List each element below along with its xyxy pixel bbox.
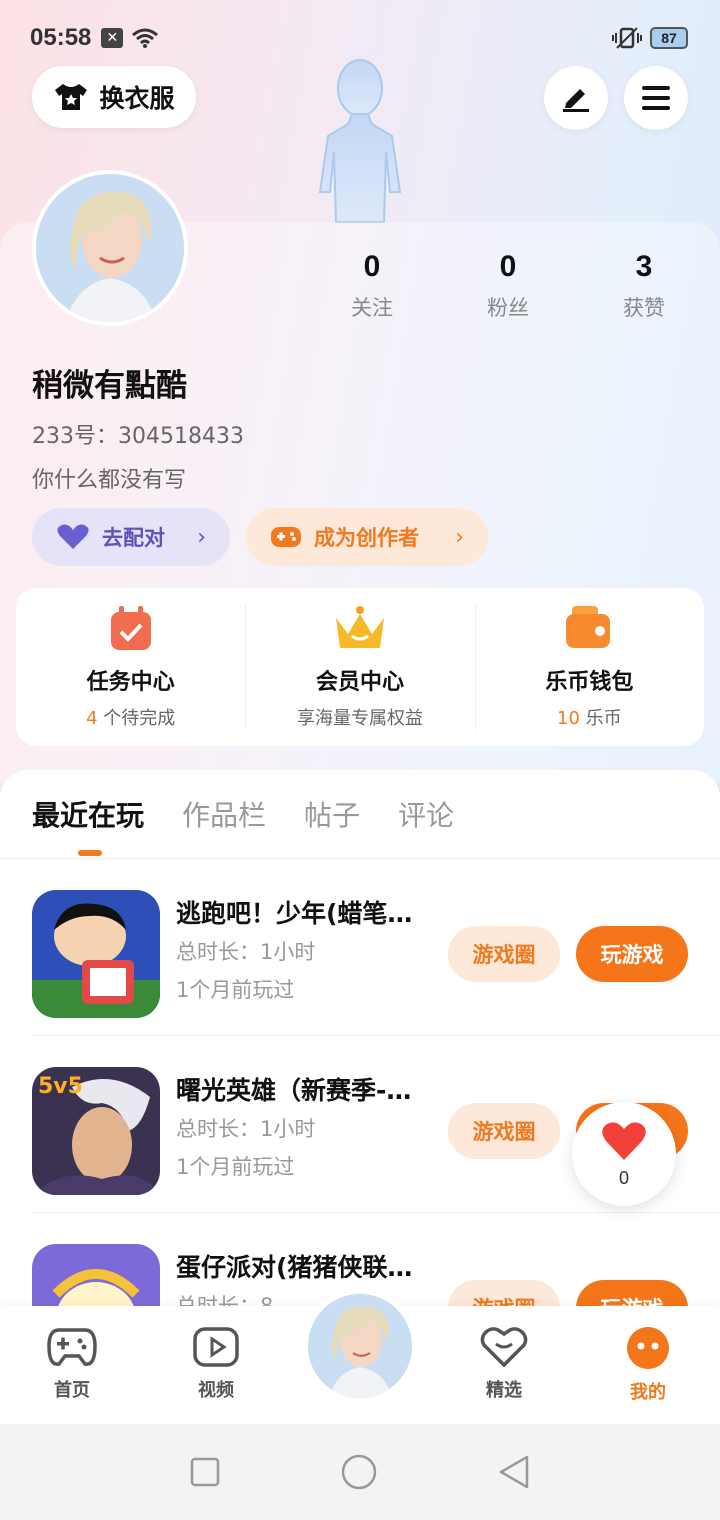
home-icon[interactable] bbox=[340, 1453, 378, 1491]
vip-center-button[interactable]: 会员中心 享海量专属权益 bbox=[245, 588, 474, 746]
feature-title: 乐币钱包 bbox=[545, 670, 634, 695]
feature-subtitle: 享海量专属权益 bbox=[296, 708, 423, 729]
change-outfit-button[interactable]: 换衣服 bbox=[32, 66, 196, 128]
nav-label: 视频 bbox=[198, 1380, 234, 1401]
vibrate-icon bbox=[612, 27, 642, 49]
notification-icon: ✕ bbox=[101, 28, 124, 48]
wallet-icon bbox=[566, 606, 611, 648]
tab-posts[interactable]: 帖子 bbox=[304, 794, 360, 834]
stat-value: 0 bbox=[499, 250, 517, 283]
nav-home[interactable]: 首页 bbox=[0, 1306, 144, 1424]
wifi-icon bbox=[132, 28, 159, 48]
status-time: 05:58 bbox=[30, 24, 92, 51]
become-creator-button[interactable]: 成为创作者 › bbox=[246, 508, 488, 566]
menu-button[interactable] bbox=[624, 66, 688, 130]
match-label: 去配对 bbox=[102, 526, 165, 550]
feature-title: 会员中心 bbox=[315, 670, 404, 695]
chevron-right-icon: › bbox=[455, 524, 464, 550]
nav-label: 我的 bbox=[630, 1382, 666, 1403]
game-circle-button[interactable]: 游戏圈 bbox=[448, 926, 560, 982]
become-creator-label: 成为创作者 bbox=[314, 526, 419, 550]
play-game-button[interactable]: 玩游戏 bbox=[576, 926, 688, 982]
stat-label: 关注 bbox=[351, 296, 393, 320]
shirt-icon bbox=[55, 84, 88, 110]
stat-fans[interactable]: 0 粉丝 bbox=[440, 250, 576, 322]
content-tabs: 最近在玩 作品栏 帖子 评论 bbox=[32, 794, 454, 834]
crown-icon bbox=[335, 606, 384, 648]
system-navigation-bar bbox=[0, 1424, 720, 1520]
match-button[interactable]: 去配对 › bbox=[32, 508, 230, 566]
profile-stats: 0 关注 0 粉丝 3 获赞 bbox=[304, 250, 712, 322]
heart-diamond-icon bbox=[480, 1327, 528, 1368]
game-name: 蛋仔派对(猪猪侠联… bbox=[176, 1253, 413, 1282]
nav-user-avatar[interactable] bbox=[304, 1290, 416, 1402]
gamepad-icon bbox=[271, 527, 301, 547]
feature-subtitle: 10 乐币 bbox=[557, 708, 622, 729]
floating-like-button[interactable]: 0 bbox=[572, 1102, 676, 1206]
game-duration: 总时长：1小时 bbox=[176, 1117, 316, 1141]
username: 稍微有點酷 bbox=[32, 368, 187, 404]
game-name: 逃跑吧！少年(蜡笔… bbox=[176, 899, 413, 928]
stat-value: 3 bbox=[635, 250, 653, 283]
pen-icon bbox=[563, 89, 589, 112]
game-last-played: 1个月前玩过 bbox=[176, 978, 295, 1002]
chevron-right-icon: › bbox=[197, 524, 206, 550]
content-section: 最近在玩 作品栏 帖子 评论 逃跑吧！少年(蜡笔… 总时长：1小时 1个月前玩过… bbox=[0, 770, 720, 1372]
battery-indicator: 87 bbox=[650, 27, 688, 49]
game-circle-button[interactable]: 游戏圈 bbox=[448, 1103, 560, 1159]
game-icon-crayon-shinchan bbox=[32, 890, 160, 1018]
nav-avatar-center[interactable] bbox=[288, 1290, 432, 1424]
active-tab-indicator bbox=[78, 850, 102, 856]
coin-wallet-button[interactable]: 乐币钱包 10 乐币 bbox=[474, 588, 704, 746]
recent-apps-icon[interactable] bbox=[189, 1456, 221, 1488]
tab-recently-played[interactable]: 最近在玩 bbox=[32, 794, 144, 834]
nav-label: 精选 bbox=[486, 1380, 522, 1401]
nav-video[interactable]: 视频 bbox=[144, 1306, 288, 1424]
feature-title: 任务中心 bbox=[86, 670, 175, 695]
tab-comments[interactable]: 评论 bbox=[398, 794, 454, 834]
heart-icon bbox=[57, 524, 89, 549]
nav-label: 首页 bbox=[54, 1380, 90, 1401]
heart-icon bbox=[602, 1122, 646, 1160]
divider bbox=[0, 858, 720, 859]
stat-following[interactable]: 0 关注 bbox=[304, 250, 440, 322]
calendar-check-icon bbox=[110, 606, 151, 650]
nav-featured[interactable]: 精选 bbox=[432, 1306, 576, 1424]
game-duration: 总时长：1小时 bbox=[176, 940, 316, 964]
bottom-navigation: 首页 视频 精选 我的 bbox=[0, 1290, 720, 1424]
game-name: 曙光英雄（新赛季-… bbox=[176, 1076, 412, 1105]
back-icon[interactable] bbox=[497, 1454, 531, 1490]
feature-subtitle: 4 个待完成 bbox=[86, 708, 176, 729]
game-last-played: 1个月前玩过 bbox=[176, 1155, 295, 1179]
nav-mine[interactable]: 我的 bbox=[576, 1306, 720, 1424]
gamepad-icon bbox=[47, 1328, 97, 1366]
like-count: 0 bbox=[618, 1168, 629, 1188]
video-play-icon bbox=[193, 1327, 239, 1367]
stat-value: 0 bbox=[363, 250, 381, 283]
profile-face-icon bbox=[627, 1327, 669, 1369]
task-center-button[interactable]: 任务中心 4 个待完成 bbox=[16, 588, 245, 746]
change-outfit-label: 换衣服 bbox=[99, 84, 175, 113]
avatar-portrait-image bbox=[36, 174, 184, 322]
user-id: 233号：304518433 bbox=[32, 424, 244, 449]
feature-shortcuts: 任务中心 4 个待完成 会员中心 享海量专属权益 乐币钱包 10 乐币 bbox=[16, 588, 704, 746]
game-row[interactable]: 逃跑吧！少年(蜡笔… 总时长：1小时 1个月前玩过 游戏圈 玩游戏 bbox=[32, 860, 720, 1036]
stat-label: 获赞 bbox=[623, 296, 665, 320]
game-icon-dawn-heroes: 5v5 bbox=[32, 1067, 160, 1195]
svg-text:5v5: 5v5 bbox=[38, 1074, 83, 1099]
tab-works[interactable]: 作品栏 bbox=[182, 794, 266, 834]
edit-profile-button[interactable] bbox=[544, 66, 608, 130]
stat-likes[interactable]: 3 获赞 bbox=[576, 250, 712, 322]
hamburger-menu-icon bbox=[642, 86, 670, 110]
user-bio: 你什么都没有写 bbox=[32, 468, 187, 493]
avatar-hologram-figure bbox=[318, 59, 402, 223]
stat-label: 粉丝 bbox=[487, 296, 529, 320]
avatar-portrait-image bbox=[308, 1294, 412, 1398]
user-avatar[interactable] bbox=[32, 170, 188, 326]
